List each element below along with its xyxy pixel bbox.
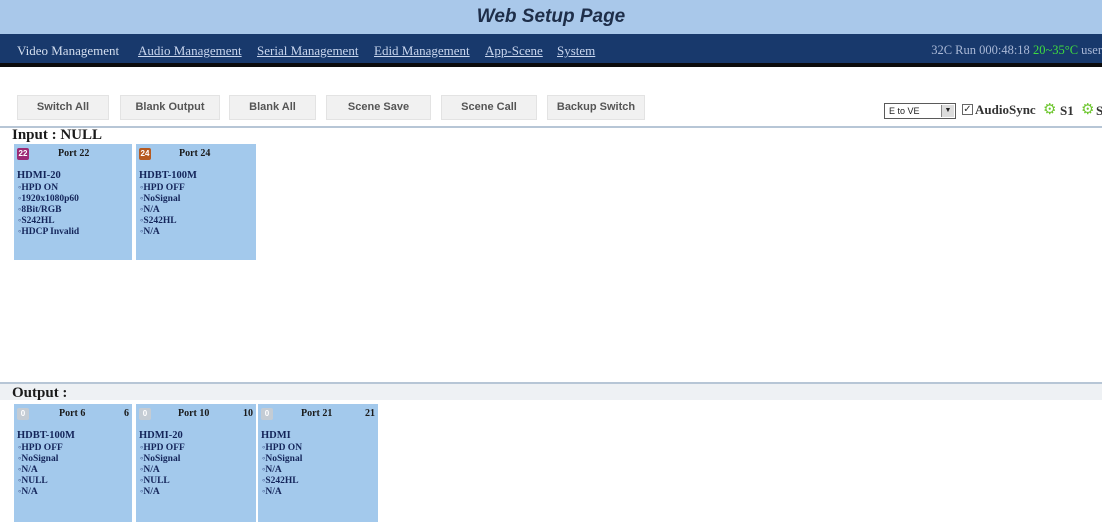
detail-item: NoSignal (262, 454, 302, 465)
detail-item: NoSignal (18, 454, 63, 465)
mode-select[interactable]: E to VE ▼ (884, 103, 956, 119)
blank-all-button[interactable]: Blank All (229, 95, 316, 120)
detail-item: N/A (140, 465, 185, 476)
detail-item: HPD OFF (140, 443, 184, 454)
detail-item: HPD OFF (140, 183, 184, 194)
status-user: user (1081, 43, 1102, 57)
detail-item: 1920x1080p60 (18, 194, 79, 205)
port-badge: 24 (139, 148, 151, 160)
title-bar: Web Setup Page (0, 0, 1102, 34)
nav-audio-management[interactable]: Audio Management (138, 43, 242, 59)
detail-item: N/A (140, 205, 185, 216)
nav-serial-management[interactable]: Serial Management (257, 43, 358, 59)
port-label: Port 22 (58, 148, 90, 159)
connector-type: HDMI (261, 430, 291, 441)
port-label: Port 10 (178, 408, 210, 419)
port-label: Port 6 (59, 408, 86, 419)
port-details: HPD OFF NoSignal N/A NULL N/A (14, 443, 63, 498)
scene-s1-label[interactable]: S1 (1060, 103, 1074, 119)
nav-video-management[interactable]: Video Management (17, 43, 119, 59)
input-card-port-24[interactable]: 24 Port 24 HDBT-100M HPD OFF NoSignal N/… (136, 144, 256, 260)
detail-item: HPD ON (18, 183, 79, 194)
chevron-down-icon[interactable]: ▼ (941, 105, 954, 117)
detail-item: N/A (262, 487, 302, 498)
detail-item: HPD OFF (18, 443, 62, 454)
detail-item: 8Bit/RGB (18, 205, 79, 216)
detail-item: S242HL (18, 216, 79, 227)
output-card-port-21[interactable]: 0 Port 21 21 HDMI HPD ON NoSignal N/A S2… (258, 404, 378, 522)
status-runtime: 32C Run 000:48:18 (931, 43, 1030, 57)
detail-item: N/A (18, 465, 63, 476)
detail-item: NULL (140, 476, 185, 487)
detail-item: N/A (140, 487, 185, 498)
audio-sync-label: AudioSync (975, 102, 1036, 117)
port-details: HPD OFF NoSignal N/A S242HL N/A (136, 183, 185, 238)
input-card-port-22[interactable]: 22 Port 22 HDMI-20 HPD ON 1920x1080p60 8… (14, 144, 132, 260)
scene-save-button[interactable]: Scene Save (326, 95, 431, 120)
blank-output-button[interactable]: Blank Output (120, 95, 220, 120)
port-badge: 22 (17, 148, 29, 160)
backup-switch-button[interactable]: Backup Switch (547, 95, 645, 120)
connector-type: HDMI-20 (139, 430, 183, 441)
detail-item: S242HL (140, 216, 185, 227)
port-badge: 0 (139, 408, 151, 420)
detail-item: NULL (18, 476, 63, 487)
output-card-port-10[interactable]: 0 Port 10 10 HDMI-20 HPD OFF NoSignal N/… (136, 404, 256, 522)
output-divider (0, 382, 1102, 384)
port-label: Port 24 (179, 148, 211, 159)
switch-all-button[interactable]: Switch All (17, 95, 109, 120)
output-card-port-6[interactable]: 0 Port 6 6 HDBT-100M HPD OFF NoSignal N/… (14, 404, 132, 522)
connector-type: HDBT-100M (139, 170, 197, 181)
port-number: 10 (243, 408, 253, 419)
scene-call-button[interactable]: Scene Call (441, 95, 537, 120)
detail-item: HPD ON (262, 443, 302, 454)
port-badge: 0 (17, 408, 29, 420)
detail-item: NoSignal (140, 454, 185, 465)
port-label: Port 21 (301, 408, 333, 419)
port-details: HPD OFF NoSignal N/A NULL N/A (136, 443, 185, 498)
port-number: 6 (124, 408, 129, 419)
scene-s2-label[interactable]: S (1096, 103, 1102, 119)
port-details: HPD ON NoSignal N/A S242HL N/A (258, 443, 302, 498)
nav-bar: Video Management Audio Management Serial… (0, 34, 1102, 67)
mode-select-value: E to VE (889, 106, 920, 116)
detail-item: S242HL (262, 476, 302, 487)
status-readout: 32C Run 000:48:18 20~35°C user (931, 43, 1102, 58)
status-temp-range: 20~35°C (1032, 43, 1079, 57)
port-number: 21 (365, 408, 375, 419)
port-badge: 0 (261, 408, 273, 420)
audio-sync-checkbox[interactable]: ✓ (962, 104, 973, 115)
page-title: Web Setup Page (476, 6, 626, 27)
gear-icon[interactable]: ⚙ (1081, 100, 1094, 119)
nav-system[interactable]: System (557, 43, 595, 59)
connector-type: HDBT-100M (17, 430, 75, 441)
detail-item: N/A (18, 487, 63, 498)
detail-item: N/A (140, 227, 185, 238)
detail-item: HDCP Invalid (18, 227, 79, 238)
nav-app-scene[interactable]: App-Scene (485, 43, 543, 59)
output-header-band (0, 383, 1102, 400)
output-title: Output : (12, 385, 68, 401)
port-details: HPD ON 1920x1080p60 8Bit/RGB S242HL HDCP… (14, 183, 79, 238)
nav-edid-management[interactable]: Edid Management (374, 43, 470, 59)
input-title: Input : NULL (12, 127, 103, 143)
connector-type: HDMI-20 (17, 170, 61, 181)
input-divider (0, 126, 1102, 128)
detail-item: NoSignal (140, 194, 185, 205)
gear-icon[interactable]: ⚙ (1043, 100, 1056, 119)
detail-item: N/A (262, 465, 302, 476)
